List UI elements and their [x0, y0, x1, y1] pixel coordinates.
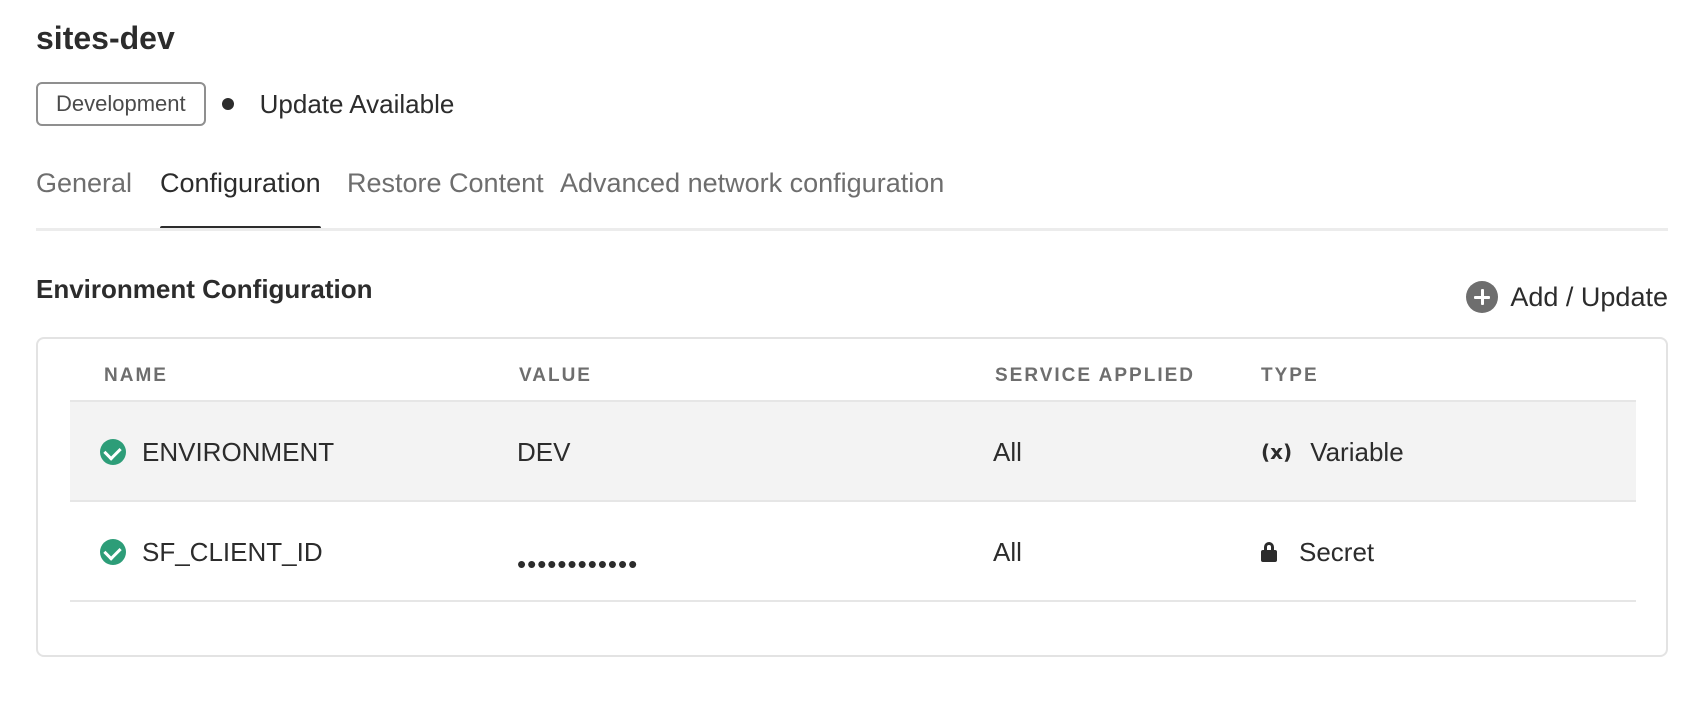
- masked-value-cell: ••••••••••••: [517, 548, 639, 579]
- tab-label: Restore Content: [347, 168, 544, 198]
- tab-label: Configuration: [160, 168, 321, 198]
- table-row[interactable]: ENVIRONMENT DEV All (x) Variable: [70, 400, 1636, 502]
- add-circle-icon: [1466, 281, 1499, 313]
- status-dot-icon: [221, 98, 234, 110]
- tab-general[interactable]: General: [36, 158, 132, 230]
- column-header-value[interactable]: VALUE: [519, 365, 592, 387]
- tab-label: General: [36, 168, 133, 198]
- add-update-label: Add / Update: [1510, 281, 1668, 312]
- variable-name: SF_CLIENT_ID: [142, 536, 323, 567]
- tab-configuration[interactable]: Configuration: [160, 158, 321, 230]
- value-cell: DEV: [517, 436, 571, 467]
- type-label: Variable: [1310, 436, 1404, 467]
- type-cell: Secret: [1261, 502, 1374, 602]
- tab-divider: [36, 228, 1668, 231]
- column-header-type[interactable]: TYPE: [1261, 365, 1319, 387]
- check-circle-icon: [100, 539, 126, 565]
- tab-bar: General Configuration Restore Content Ad…: [36, 158, 1668, 230]
- lock-icon: [1261, 542, 1277, 562]
- type-label: Secret: [1299, 536, 1375, 567]
- environment-type-badge: Development: [36, 82, 206, 126]
- column-header-name[interactable]: NAME: [104, 365, 168, 387]
- tab-restore-content[interactable]: Restore Content: [347, 158, 544, 230]
- variable-name: ENVIRONMENT: [142, 436, 335, 467]
- tab-label: Advanced network configuration: [560, 168, 945, 198]
- config-table: NAME VALUE SERVICE APPLIED TYPE ENVIRONM…: [36, 337, 1668, 657]
- check-circle-icon: [100, 439, 126, 465]
- name-cell: ENVIRONMENT: [100, 402, 334, 502]
- column-header-service-applied[interactable]: SERVICE APPLIED: [995, 365, 1195, 387]
- service-cell: All: [993, 436, 1022, 467]
- environment-status-row: Development Update Available: [36, 80, 454, 128]
- update-status-text: Update Available: [259, 88, 455, 119]
- table-row[interactable]: [70, 600, 1636, 702]
- variable-icon: (x): [1261, 440, 1293, 464]
- name-cell: SF_CLIENT_ID: [100, 502, 323, 602]
- add-update-button[interactable]: Add / Update: [1466, 280, 1668, 314]
- service-cell: All: [993, 536, 1022, 567]
- type-cell: (x) Variable: [1261, 402, 1404, 502]
- table-row[interactable]: SF_CLIENT_ID •••••••••••• All Secret: [70, 500, 1636, 602]
- tab-advanced-network-configuration[interactable]: Advanced network configuration: [560, 158, 944, 230]
- page-title: sites-dev: [36, 20, 175, 56]
- section-title: Environment Configuration: [36, 274, 373, 304]
